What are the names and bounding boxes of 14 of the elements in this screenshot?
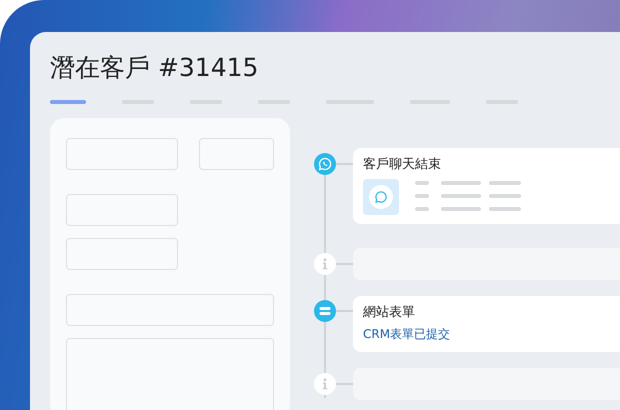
tab[interactable] xyxy=(50,100,86,104)
event-subtitle: CRM表單已提交 xyxy=(363,326,452,342)
input-field[interactable] xyxy=(66,294,274,326)
input-field[interactable] xyxy=(66,238,178,270)
input-field[interactable] xyxy=(199,138,274,170)
input-field[interactable] xyxy=(66,138,178,170)
attachment-thumbnail xyxy=(363,179,399,215)
event-title: 網站表單 xyxy=(363,304,416,322)
form-icon xyxy=(314,300,336,322)
text-area[interactable] xyxy=(66,338,274,410)
chat-bubble-icon xyxy=(314,153,336,175)
input-field[interactable] xyxy=(66,194,178,226)
window-title: 潛在客戶 #31415 xyxy=(50,52,260,84)
event-title: 客戶聊天結束 xyxy=(363,156,442,174)
